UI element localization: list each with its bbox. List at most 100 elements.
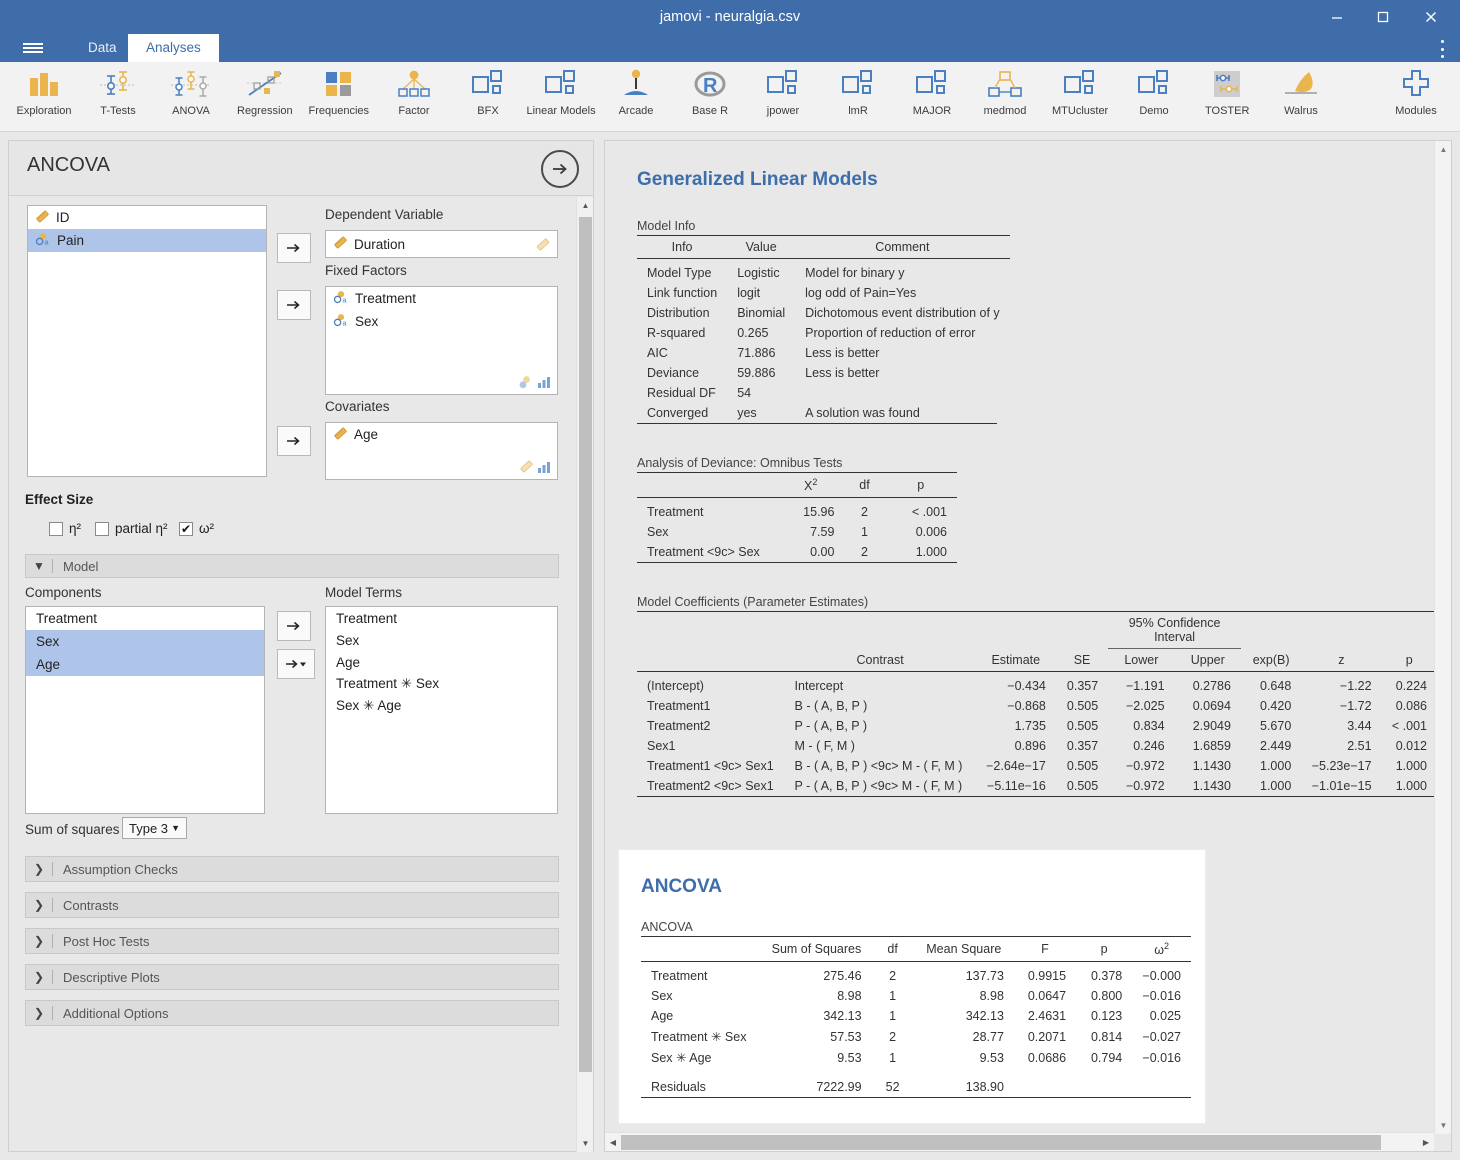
variable-label: Duration [354,236,406,252]
ribbon-item-walrus[interactable]: Walrus [1279,62,1323,132]
ribbon-item-arcade[interactable]: Arcade [614,62,658,132]
table-cell: 71.886 [737,346,776,360]
column-header: p [1381,648,1434,673]
scroll-up-arrow[interactable]: ▲ [1435,141,1451,158]
ribbon-item-exploration[interactable]: Exploration [17,62,72,132]
section-header-post-hoc-tests[interactable]: ❯ Post Hoc Tests [25,928,559,954]
ribbon-item-toster[interactable]: TOSTER [1205,62,1249,132]
components-list[interactable]: Treatment Sex Age [25,606,265,814]
list-item[interactable]: Duration [326,231,557,257]
close-button[interactable] [1408,0,1454,34]
scroll-up-arrow[interactable]: ▲ [577,197,594,214]
ribbon-item-medmod[interactable]: medmod [983,62,1027,132]
scroll-down-arrow[interactable]: ▼ [577,1135,594,1152]
table-cell: yes [737,406,757,420]
nominal-icon: a [333,313,349,331]
ribbon-item-linear-models[interactable]: Linear Models [527,62,596,132]
table-cell: 0.648 [1260,679,1292,694]
ribbon-item-demo[interactable]: Demo [1132,62,1176,132]
permitted-types-hint [518,375,551,389]
add-model-term-button[interactable] [277,611,311,641]
list-item[interactable]: Treatment [326,607,557,629]
maximize-button[interactable] [1360,0,1406,34]
checkbox-omega-squared[interactable]: ω² [179,521,214,536]
list-item[interactable]: Age [326,651,557,673]
ribbon-item-major[interactable]: MAJOR [910,62,954,132]
checkbox-box[interactable] [179,521,193,536]
list-item[interactable]: Treatment ✳ Sex [326,673,557,695]
main-body: ANCOVA ID a Pain Dependent Variable Dura… [0,132,1460,1160]
list-item[interactable]: Sex [326,629,557,651]
tab-analyses[interactable]: Analyses [128,34,219,62]
r-logo-icon: R [688,66,732,102]
column-header: Value [727,235,796,259]
dependent-variable-box[interactable]: Duration [325,230,558,258]
covariates-box[interactable]: Age [325,422,558,480]
list-item[interactable]: Treatment [26,607,264,630]
scrollbar-thumb[interactable] [579,217,592,1072]
list-item[interactable]: a Treatment [326,287,557,310]
checkbox-box[interactable] [49,521,63,536]
ribbon-item-label: Factor [398,105,430,117]
list-item[interactable]: Age [326,423,557,446]
results-vertical-scrollbar[interactable]: ▲ ▼ [1434,141,1451,1134]
ribbon-item-frequencies[interactable]: Frequencies [309,62,369,132]
sum-of-squares-select[interactable]: Type 3 ▼ [122,817,187,839]
section-header-model[interactable]: ▼ Model [25,554,559,578]
table-cell: Model for binary y [805,266,905,280]
table-title: Analysis of Deviance: Omnibus Tests [637,456,843,470]
section-header-additional-options[interactable]: ❯ Additional Options [25,1000,559,1026]
ribbon-item-anova[interactable]: ANOVA [169,62,213,132]
add-model-term-dropdown-button[interactable] [277,649,315,679]
scroll-left-arrow[interactable]: ◀ [605,1133,621,1151]
ribbon-item-mtucluster[interactable]: MTUcluster [1052,62,1108,132]
section-header-assumption-checks[interactable]: ❯ Assumption Checks [25,856,559,882]
checkbox-box[interactable] [95,521,109,536]
ribbon-item-modules[interactable]: Modules [1394,62,1438,132]
list-item[interactable]: Age [26,653,264,676]
assign-covariates-button[interactable] [277,426,311,456]
table-cell: Converged [647,406,709,420]
scroll-right-arrow[interactable]: ▶ [1418,1133,1434,1151]
table-cell: 0.2071 [1027,1029,1067,1044]
kebab-icon[interactable] [1434,40,1450,58]
options-vertical-scrollbar[interactable]: ▲ ▼ [576,197,593,1152]
ribbon-item-base-r[interactable]: R Base R [688,62,732,132]
ribbon-item-jpower[interactable]: jpower [761,62,805,132]
list-item[interactable]: a Sex [326,310,557,333]
table-cell: 57.53 [830,1029,862,1044]
options-scroll-area: ID a Pain Dependent Variable Duration Fi… [9,197,593,1152]
minimize-button[interactable] [1314,0,1360,34]
tab-data[interactable]: Data [70,34,135,62]
section-header-descriptive-plots[interactable]: ❯ Descriptive Plots [25,964,559,990]
assign-fixed-factors-button[interactable] [277,290,311,320]
results-horizontal-scrollbar[interactable]: ◀ ▶ [605,1132,1434,1151]
svg-text:a: a [44,237,49,246]
checkbox-partial-eta-squared[interactable]: partial η² [95,521,168,536]
ribbon-item-factor[interactable]: Factor [392,62,436,132]
ribbon-item-bfx[interactable]: BFX [466,62,510,132]
table-row: Treatment 275.46 2 137.73 0.9915 0.378 −0.000 [641,962,1191,987]
scroll-down-arrow[interactable]: ▼ [1435,1117,1451,1134]
fixed-factors-box[interactable]: a Treatment a Sex [325,286,558,395]
ribbon-item-t-tests[interactable]: T-Tests [96,62,140,132]
list-item[interactable]: ID [28,206,266,229]
list-item[interactable]: Sex ✳ Age [326,695,557,717]
ribbon-item-lmr[interactable]: lmR [836,62,880,132]
model-terms-list[interactable]: Treatment Sex Age Treatment ✳ Sex Sex ✳ … [325,606,558,814]
table-row: Link function logit log odd of Pain=Yes [637,283,1010,303]
section-header-contrasts[interactable]: ❯ Contrasts [25,892,559,918]
hamburger-icon[interactable] [16,34,50,62]
bar-chart-icon [22,66,66,102]
table-cell: 0.505 [1066,719,1099,734]
arrow-right-circle-icon[interactable] [541,150,579,188]
ribbon-item-regression[interactable]: Regression [237,62,293,132]
ancova-table: Sum of Squares df Mean Square F p ω2 Tre… [641,936,1191,1097]
scrollbar-thumb[interactable] [621,1135,1381,1150]
table-cell: Treatment1 <9c> Sex1 [647,759,774,774]
list-item[interactable]: Sex [26,630,264,653]
list-item[interactable]: a Pain [28,229,266,252]
checkbox-eta-squared[interactable]: η² [49,521,81,536]
available-variables-list[interactable]: ID a Pain [27,205,267,477]
assign-dependent-button[interactable] [277,233,311,263]
